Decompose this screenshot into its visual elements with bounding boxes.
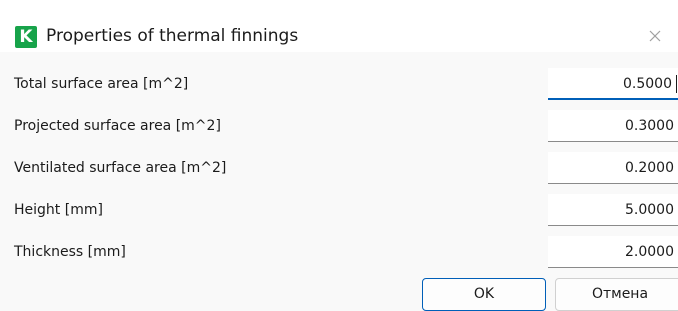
ok-button[interactable]: OK [422,278,546,311]
height-label: Height [mm] [14,202,103,218]
dialog-content: Total surface area [m^2] 0.5000 Projecte… [0,52,678,311]
window-title: Properties of thermal finnings [46,26,299,46]
field-row-ventilated-surface-area: Ventilated surface area [m^2] 0.2000 [0,152,678,186]
projected-surface-area-value: 0.3000 [625,118,674,134]
close-icon [649,30,661,42]
height-value: 5.0000 [625,202,674,218]
field-row-thickness: Thickness [mm] 2.0000 [0,236,678,270]
field-row-projected-surface-area: Projected surface area [m^2] 0.3000 [0,110,678,144]
thickness-label: Thickness [mm] [14,244,126,260]
title-bar: K Properties of thermal finnings [0,0,678,52]
ventilated-surface-area-value: 0.2000 [625,160,674,176]
field-row-height: Height [mm] 5.0000 [0,194,678,228]
total-surface-area-value: 0.5000 [623,76,672,92]
thickness-input[interactable]: 2.0000 [548,236,678,268]
field-row-total-surface-area: Total surface area [m^2] 0.5000 [0,68,678,102]
app-logo-icon: K [15,26,37,48]
total-surface-area-label: Total surface area [m^2] [14,76,189,92]
ventilated-surface-area-label: Ventilated surface area [m^2] [14,160,227,176]
close-button[interactable] [640,22,670,50]
height-input[interactable]: 5.0000 [548,194,678,226]
properties-dialog: K Properties of thermal finnings Total s… [0,0,678,311]
thickness-value: 2.0000 [625,244,674,260]
ventilated-surface-area-input[interactable]: 0.2000 [548,152,678,184]
projected-surface-area-input[interactable]: 0.3000 [548,110,678,142]
total-surface-area-input[interactable]: 0.5000 [548,68,678,100]
text-caret [676,75,677,93]
cancel-button[interactable]: Отмена [555,278,678,311]
projected-surface-area-label: Projected surface area [m^2] [14,118,221,134]
